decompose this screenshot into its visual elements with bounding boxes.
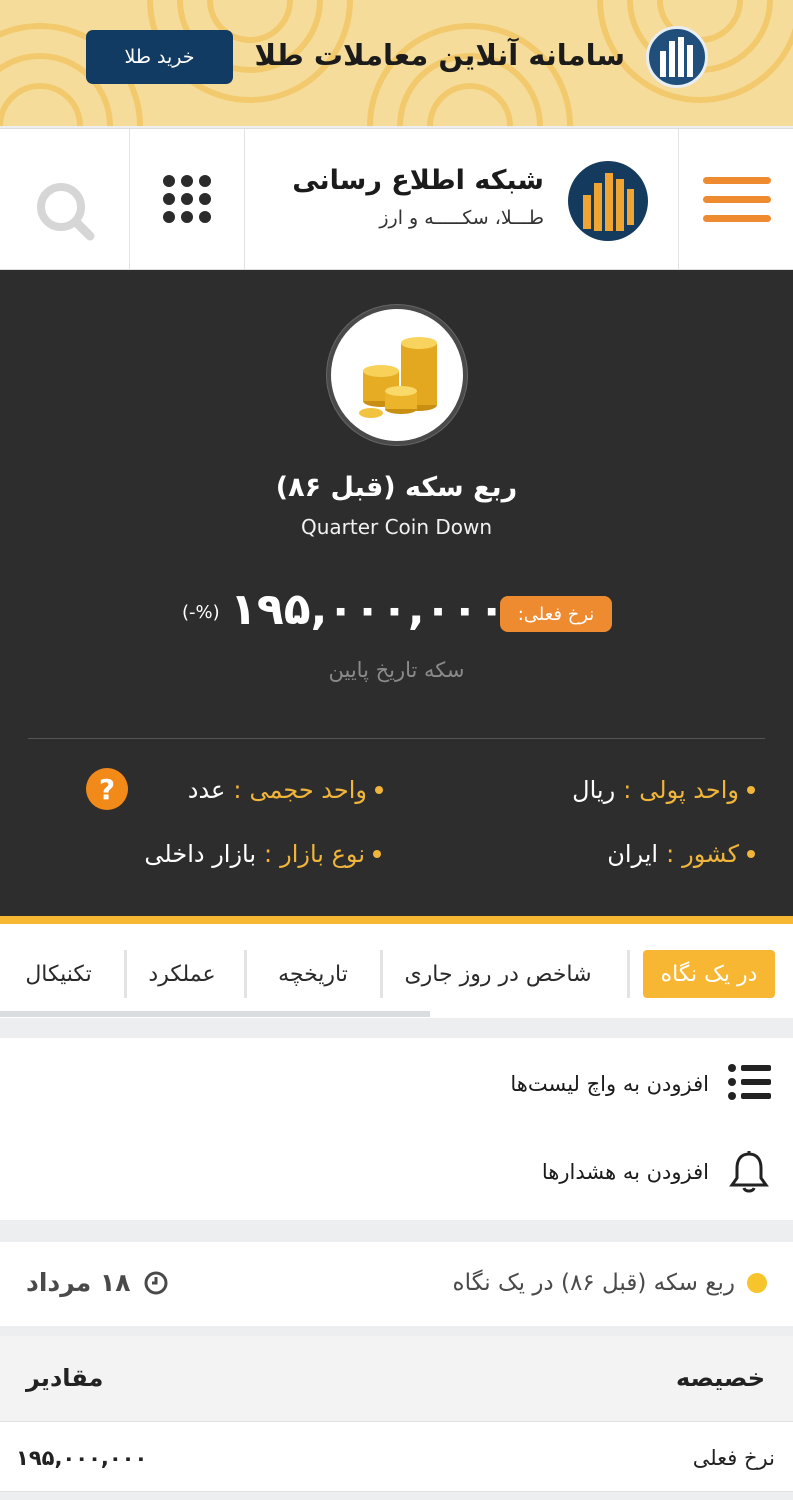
asset-name-fa: ربع سکه (قبل ۸۶) — [275, 472, 518, 503]
summary-date-text: ۱۸ مرداد — [26, 1268, 131, 1297]
current-price: ۱۹۵,۰۰۰,۰۰۰ — [230, 584, 506, 635]
tab-separator — [244, 950, 247, 998]
bar-chart-logo-icon — [646, 26, 708, 88]
summary-date: ۱۸ مرداد — [26, 1268, 169, 1297]
yellow-dot-icon — [747, 1273, 767, 1293]
bullet-icon — [747, 850, 755, 858]
tab-scroll-indicator — [0, 1011, 430, 1017]
volume-key: واحد حجمی — [249, 776, 367, 804]
brand-subtitle: طـــلا، سکـــــه و ارز — [379, 207, 544, 229]
hamburger-menu-icon[interactable] — [678, 129, 793, 269]
row-value: ۱۹۵,۰۰۰,۰۰۰ — [16, 1446, 148, 1470]
currency-value: ریال — [572, 776, 616, 804]
row-property: نرخ فعلی — [692, 1446, 775, 1470]
list-icon[interactable] — [727, 1062, 771, 1102]
add-to-alerts-button[interactable]: افزودن به هشدارها — [542, 1160, 709, 1184]
country-value: ایران — [607, 840, 659, 868]
column-header-values: مقادیر — [26, 1364, 104, 1392]
market-value: بازار داخلی — [144, 840, 257, 868]
tab-separator — [124, 950, 127, 998]
buy-gold-button[interactable]: خرید طلا — [86, 30, 233, 84]
column-header-property: خصیصه — [676, 1364, 765, 1392]
tab-technical[interactable]: تکنیکال — [0, 950, 117, 998]
summary-card: ربع سکه (قبل ۸۶) در یک نگاه ۱۸ مرداد — [0, 1242, 793, 1326]
separator: : — [666, 840, 675, 868]
help-icon[interactable]: ? — [86, 768, 128, 810]
country-attr: کشور : ایران — [607, 840, 755, 868]
currency-attr: واحد پولی : ریال — [572, 776, 755, 804]
bullet-icon — [373, 850, 381, 858]
country-key: کشور — [682, 840, 739, 868]
hero-accent-bar — [0, 916, 793, 924]
site-header: شبکه اطلاع رسانی طـــلا، سکـــــه و ارز — [0, 128, 793, 270]
search-icon[interactable] — [0, 129, 129, 269]
market-attr: نوع بازار : بازار داخلی — [144, 840, 381, 868]
market-key: نوع بازار — [280, 840, 365, 868]
separator: : — [623, 776, 632, 804]
separator: : — [264, 840, 273, 868]
actions-card: افزودن به واچ لیست‌ها افزودن به هشدارها — [0, 1038, 793, 1220]
divider — [28, 738, 765, 739]
bullet-icon — [747, 786, 755, 794]
tab-overview[interactable]: در یک نگاه — [643, 950, 775, 998]
tab-separator — [627, 950, 630, 998]
bullet-icon — [375, 786, 383, 794]
volume-attr: واحد حجمی : عدد — [188, 776, 383, 804]
tab-bar: در یک نگاه شاخص در روز جاری تاریخچه عملک… — [0, 924, 793, 1018]
summary-title: ربع سکه (قبل ۸۶) در یک نگاه — [453, 1270, 767, 1296]
tab-performance[interactable]: عملکرد — [127, 950, 237, 998]
clock-icon — [144, 1271, 167, 1294]
price-change: (-%) — [182, 602, 220, 623]
currency-key: واحد پولی — [639, 776, 739, 804]
tab-daily-index[interactable]: شاخص در روز جاری — [383, 950, 613, 998]
asset-note: سکه تاریخ پایین — [328, 658, 465, 682]
table-row: نرخ فعلی ۱۹۵,۰۰۰,۰۰۰ — [0, 1422, 793, 1492]
gold-coins-icon — [327, 305, 467, 445]
promo-title: سامانه آنلاین معاملات طلا — [254, 38, 625, 72]
tab-history[interactable]: تاریخچه — [253, 950, 373, 998]
table-header: خصیصه مقادیر — [0, 1336, 793, 1422]
grid-apps-icon[interactable] — [129, 129, 244, 269]
asset-hero: ربع سکه (قبل ۸۶) Quarter Coin Down نرخ ف… — [0, 270, 793, 924]
current-price-badge: نرخ فعلی: — [500, 596, 612, 632]
brand-home-link[interactable]: شبکه اطلاع رسانی طـــلا، سکـــــه و ارز — [244, 129, 678, 269]
volume-value: عدد — [187, 776, 226, 804]
bell-icon[interactable] — [729, 1150, 769, 1194]
separator: : — [233, 776, 242, 804]
brand-title: شبکه اطلاع رسانی — [292, 165, 544, 196]
brand-logo-icon — [568, 161, 648, 241]
add-to-watchlist-button[interactable]: افزودن به واچ لیست‌ها — [510, 1072, 709, 1096]
summary-title-text: ربع سکه (قبل ۸۶) در یک نگاه — [452, 1270, 735, 1296]
promo-banner[interactable]: سامانه آنلاین معاملات طلا خرید طلا — [0, 0, 793, 126]
asset-name-en: Quarter Coin Down — [300, 515, 493, 539]
tab-separator — [380, 950, 383, 998]
